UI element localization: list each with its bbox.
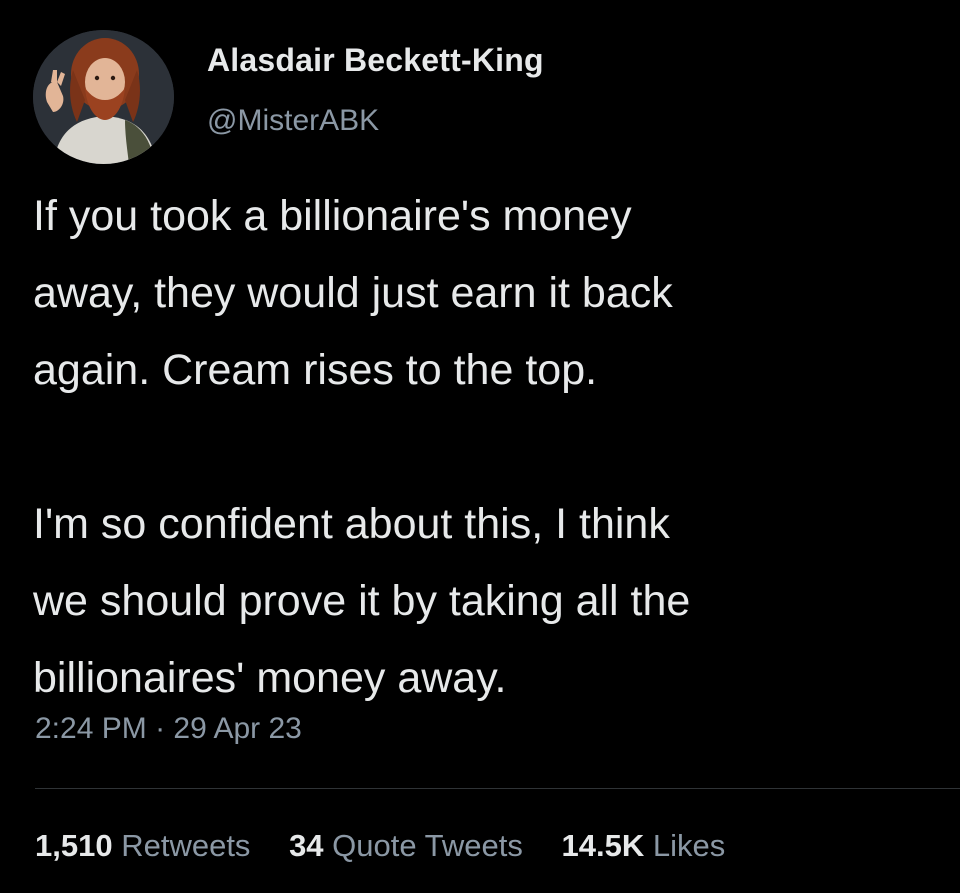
author-name[interactable]: Alasdair Beckett-King (207, 42, 544, 79)
retweets-stat[interactable]: 1,510 Retweets (35, 828, 250, 864)
tweet-stats: 1,510 Retweets 34 Quote Tweets 14.5K Lik… (35, 828, 755, 864)
retweets-label: Retweets (121, 828, 251, 863)
tweet-line: If you took a billionaire's money (33, 192, 632, 240)
quote-tweets-label: Quote Tweets (332, 828, 523, 863)
divider (35, 788, 960, 789)
tweet-line: billionaires' money away. (33, 654, 507, 702)
tweet-timestamp[interactable]: 2:24 PM · 29 Apr 23 (35, 712, 302, 746)
likes-label: Likes (652, 828, 726, 863)
retweets-count: 1,510 (35, 828, 113, 863)
avatar[interactable] (33, 30, 174, 164)
author-handle[interactable]: @MisterABK (207, 104, 379, 138)
quote-tweets-count: 34 (289, 828, 324, 863)
meta-separator: · (155, 712, 166, 745)
tweet-line: I'm so confident about this, I think (33, 500, 670, 548)
tweet-time: 2:24 PM (35, 712, 147, 745)
tweet-line: we should prove it by taking all the (33, 577, 691, 625)
tweet-line: again. Cream rises to the top. (33, 346, 598, 394)
likes-count: 14.5K (561, 828, 645, 863)
avatar-portrait (33, 30, 174, 164)
tweet-date: 29 Apr 23 (173, 712, 302, 745)
tweet-line: away, they would just earn it back (33, 269, 673, 317)
tweet: Alasdair Beckett-King @MisterABK If you … (0, 0, 960, 893)
likes-stat[interactable]: 14.5K Likes (562, 828, 726, 864)
quote-tweets-stat[interactable]: 34 Quote Tweets (289, 828, 523, 864)
tweet-text: If you took a billionaire's money away, … (33, 178, 943, 717)
